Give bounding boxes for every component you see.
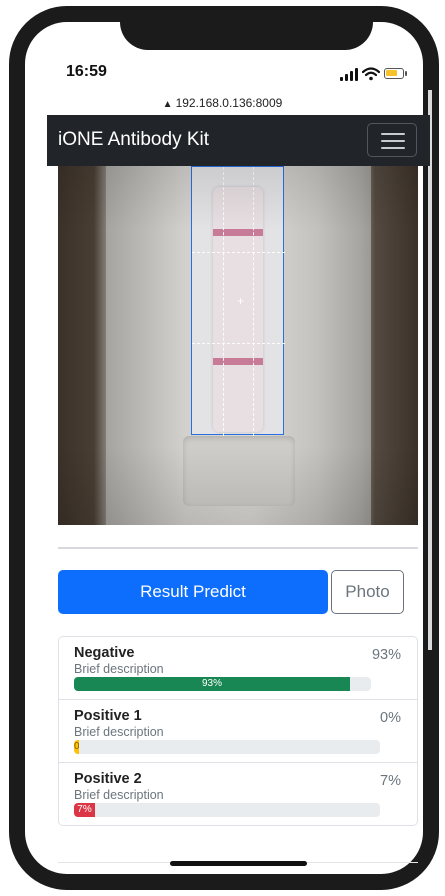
navbar-brand[interactable]: iONE Antibody Kit <box>58 129 209 151</box>
divider <box>58 547 418 549</box>
progress-bar: 93% <box>74 677 350 691</box>
phone-screen: 16:59 ▲ 192.168.0.136:8009 iONE Antibody … <box>0 0 445 896</box>
home-indicator[interactable] <box>170 861 307 866</box>
signal-bar <box>345 74 348 81</box>
notch <box>120 22 373 50</box>
signal-icon <box>340 77 343 81</box>
result-percent: 7% <box>380 773 401 789</box>
result-description: Brief description <box>74 662 164 676</box>
signal-bar <box>355 68 358 81</box>
scrollbar[interactable] <box>428 90 432 650</box>
result-name: Negative <box>74 645 135 661</box>
result-percent: 0% <box>380 710 401 726</box>
hamburger-icon <box>381 133 405 135</box>
progress-track: 0% <box>74 740 380 754</box>
hamburger-line <box>381 140 405 142</box>
result-name: Positive 2 <box>74 771 142 787</box>
hamburger-line <box>381 147 405 149</box>
battery-cap <box>405 71 407 76</box>
wifi-icon <box>362 67 380 81</box>
battery-icon <box>384 68 404 79</box>
progress-track: 93% <box>74 677 371 691</box>
progress-bar: 7% <box>74 803 95 817</box>
signal-bar <box>350 71 353 81</box>
status-icons <box>340 67 410 81</box>
result-description: Brief description <box>74 725 164 739</box>
result-item-negative: Negative Brief description 93% 93% <box>59 637 417 700</box>
result-percent: 93% <box>371 647 401 663</box>
photo-button[interactable]: Photo <box>331 570 404 614</box>
url-text: 192.168.0.136:8009 <box>175 96 283 110</box>
test-kit-photo: + <box>58 166 418 525</box>
status-time: 16:59 <box>66 63 107 80</box>
result-list: Negative Brief description 93% 93% Posit… <box>58 636 418 826</box>
navbar: iONE Antibody Kit <box>47 115 430 166</box>
result-item-positive-1: Positive 1 Brief description 0% 0% <box>59 700 417 763</box>
menu-toggle-button[interactable] <box>367 123 417 157</box>
progress-track: 7% <box>74 803 380 817</box>
result-description: Brief description <box>74 788 164 802</box>
result-item-positive-2: Positive 2 Brief description 7% 7% <box>59 763 417 826</box>
lock-icon: ▲ <box>162 99 173 110</box>
result-predict-button[interactable]: Result Predict <box>58 570 328 614</box>
address-bar[interactable]: ▲ 192.168.0.136:8009 <box>0 96 445 110</box>
result-name: Positive 1 <box>74 708 142 724</box>
progress-bar: 0% <box>74 740 79 754</box>
